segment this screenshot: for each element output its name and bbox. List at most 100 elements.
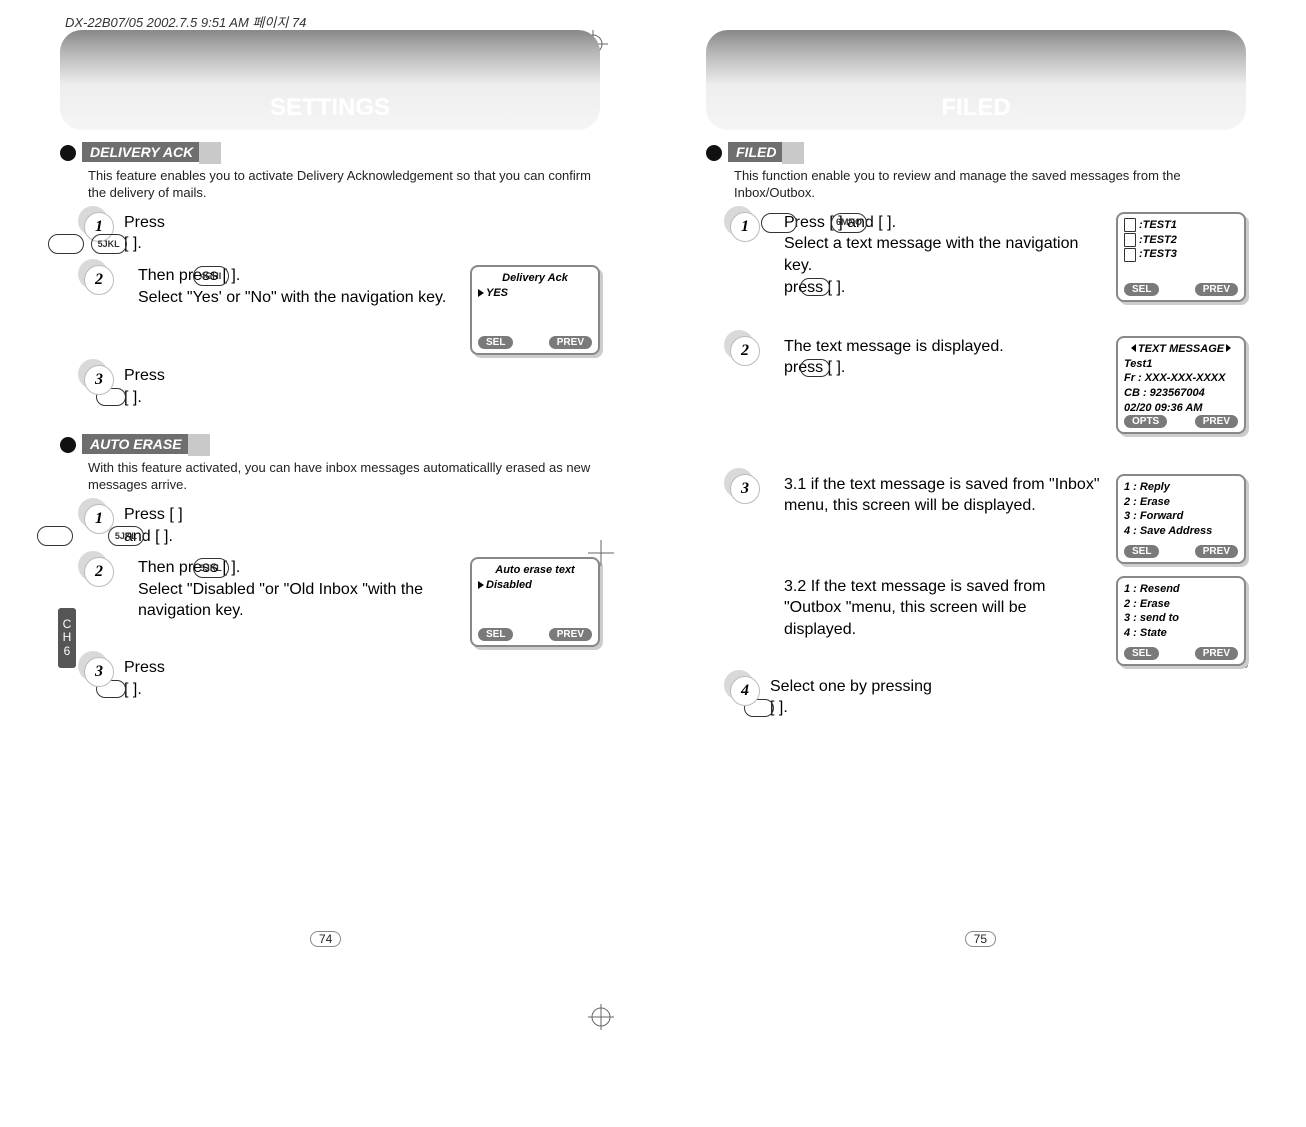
screen-line: Test1: [1124, 357, 1238, 372]
step-row: 3 Press [ ].: [84, 657, 600, 700]
four-key-icon: 4GHI: [193, 266, 229, 286]
softkey-right: PREV: [1195, 545, 1238, 558]
screen-title: Auto erase text: [478, 563, 592, 578]
phone-screen: 1 : Reply 2 : Erase 3 : Forward 4 : Save…: [1116, 474, 1246, 564]
step-number-icon: 1: [730, 212, 760, 242]
page-header-left: SETTINGS: [60, 30, 600, 130]
softkey-left: OPTS: [1124, 415, 1167, 428]
page-number-left: 74: [310, 931, 341, 947]
six-key-icon: 6MNO: [831, 213, 867, 233]
selection-triangle-icon: [478, 289, 484, 297]
menu-key-icon: [48, 234, 84, 254]
step-number-icon: 2: [84, 265, 114, 295]
step-text: 3.1 if the text message is saved from "I…: [784, 474, 1102, 517]
ok-key-icon: [800, 359, 830, 377]
page-title: SETTINGS: [60, 94, 600, 122]
softkey-right: PREV: [549, 628, 592, 641]
section-head-delivery: DELIVERY ACK: [60, 142, 600, 164]
phone-screen: :TEST1 :TEST2 :TEST3 SEL PREV: [1116, 212, 1246, 302]
bullet-icon: [706, 145, 722, 161]
section-desc: This feature enables you to activate Del…: [88, 168, 600, 202]
section-desc: This function enable you to review and m…: [734, 168, 1246, 202]
screen-line: Fr : XXX-XXX-XXXX: [1124, 371, 1238, 386]
step-row: 1 Press [ ] and [ ]. 6MNO Select a text …: [730, 212, 1246, 302]
step-text: Select "Disabled "or "Old Inbox "with th…: [138, 579, 456, 622]
screen-line: 1 : Reply: [1124, 480, 1238, 495]
screen-line: 2 : Erase: [1124, 495, 1238, 510]
section-heading: AUTO ERASE: [82, 434, 200, 454]
ok-key-icon: [800, 278, 830, 296]
menu-key-icon: [37, 526, 73, 546]
step-text: Select one by pressing [ ].: [770, 678, 932, 717]
screen-line: 4 : State: [1124, 626, 1238, 641]
right-triangle-icon: [1226, 344, 1231, 352]
header-stamp: DX-22B07/05 2002.7.5 9:51 AM 페이지 74: [65, 12, 306, 31]
section-head-filed: FILED: [706, 142, 1246, 164]
step-text: Select a text message with the navigatio…: [784, 233, 1102, 276]
phone-screen: Auto erase text Disabled SEL PREV: [470, 557, 600, 647]
page-title: FILED: [706, 94, 1246, 122]
softkey-right: PREV: [1195, 283, 1238, 296]
step-text: 3.2 If the text message is saved from "O…: [784, 576, 1102, 641]
step-text: Select "Yes' or "No" with the navigation…: [138, 287, 456, 309]
screen-line: :TEST2: [1139, 234, 1177, 246]
step-text: Press [ ].: [124, 214, 165, 253]
step-row: 3 3.1 if the text message is saved from …: [730, 474, 1246, 564]
step-text: Press [ ].: [124, 659, 165, 698]
step-number-icon: 2: [84, 557, 114, 587]
step-row: 2 The text message is displayed. press […: [730, 336, 1246, 434]
section-desc: With this feature activated, you can hav…: [88, 460, 600, 494]
step-number-icon: 4: [730, 676, 760, 706]
screen-line: :TEST3: [1139, 248, 1177, 260]
screen-title: Delivery Ack: [478, 271, 592, 286]
screen-line: Disabled: [486, 579, 532, 591]
screen-line: YES: [486, 287, 508, 299]
screen-line: :TEST1: [1139, 219, 1177, 231]
selection-triangle-icon: [478, 581, 484, 589]
bullet-icon: [60, 145, 76, 161]
screen-line: 3 : Forward: [1124, 509, 1238, 524]
page-header-right: FILED: [706, 30, 1246, 130]
phone-screen: Delivery Ack YES SEL PREV: [470, 265, 600, 355]
screen-line: 2 : Erase: [1124, 597, 1238, 612]
five-key-icon: 5JKL: [108, 526, 144, 546]
phone-screen: 1 : Resend 2 : Erase 3 : send to 4 : Sta…: [1116, 576, 1246, 666]
step-row: 1 Press [ ]. 5JKL: [84, 212, 600, 255]
bullet-icon: [60, 437, 76, 453]
screen-line: 02/20 09:36 AM: [1124, 401, 1238, 416]
five-key-icon: 5JKL: [193, 558, 229, 578]
softkey-left: SEL: [1124, 545, 1159, 558]
screen-line: CB : 923567004: [1124, 386, 1238, 401]
registration-mark-icon: [588, 1004, 614, 1030]
tab-decoration-icon: [782, 142, 804, 164]
step-number-icon: 3: [84, 657, 114, 687]
step-number-icon: 2: [730, 336, 760, 366]
tab-decoration-icon: [199, 142, 221, 164]
menu-key-icon: [761, 213, 797, 233]
softkey-left: SEL: [1124, 647, 1159, 660]
step-row: 2 Then press [ ]. 4GHI Select "Yes' or "…: [84, 265, 600, 355]
step-number-icon: 3: [84, 365, 114, 395]
section-heading: DELIVERY ACK: [82, 142, 211, 162]
step-row: 4 Select one by pressing [ ].: [730, 676, 1246, 719]
step-text: The text message is displayed.: [784, 336, 1102, 358]
document-icon: [1124, 218, 1136, 232]
screen-line: 1 : Resend: [1124, 582, 1238, 597]
document-icon: [1124, 233, 1136, 247]
softkey-left: SEL: [1124, 283, 1159, 296]
screen-line: 4 : Save Address: [1124, 524, 1238, 539]
step-row: 3 Press [ ].: [84, 365, 600, 408]
step-row: 1 Press [ ] and [ ]. 5JKL: [84, 504, 600, 547]
softkey-right: PREV: [1195, 415, 1238, 428]
page-number-right: 75: [965, 931, 996, 947]
step-text: Press [ ].: [124, 367, 165, 406]
step-number-icon: 3: [730, 474, 760, 504]
softkey-right: PREV: [549, 336, 592, 349]
document-icon: [1124, 248, 1136, 262]
manual-page-right: FILED FILED This function enable you to …: [706, 30, 1246, 977]
screen-line: 3 : send to: [1124, 611, 1238, 626]
manual-page-left: SETTINGS DELIVERY ACK This feature enabl…: [60, 30, 600, 977]
registration-mark-icon: [588, 540, 614, 566]
section-head-autoerase: AUTO ERASE: [60, 434, 600, 456]
step-row: 2 Then press [ ]. 5JKL Select "Disabled …: [84, 557, 600, 647]
